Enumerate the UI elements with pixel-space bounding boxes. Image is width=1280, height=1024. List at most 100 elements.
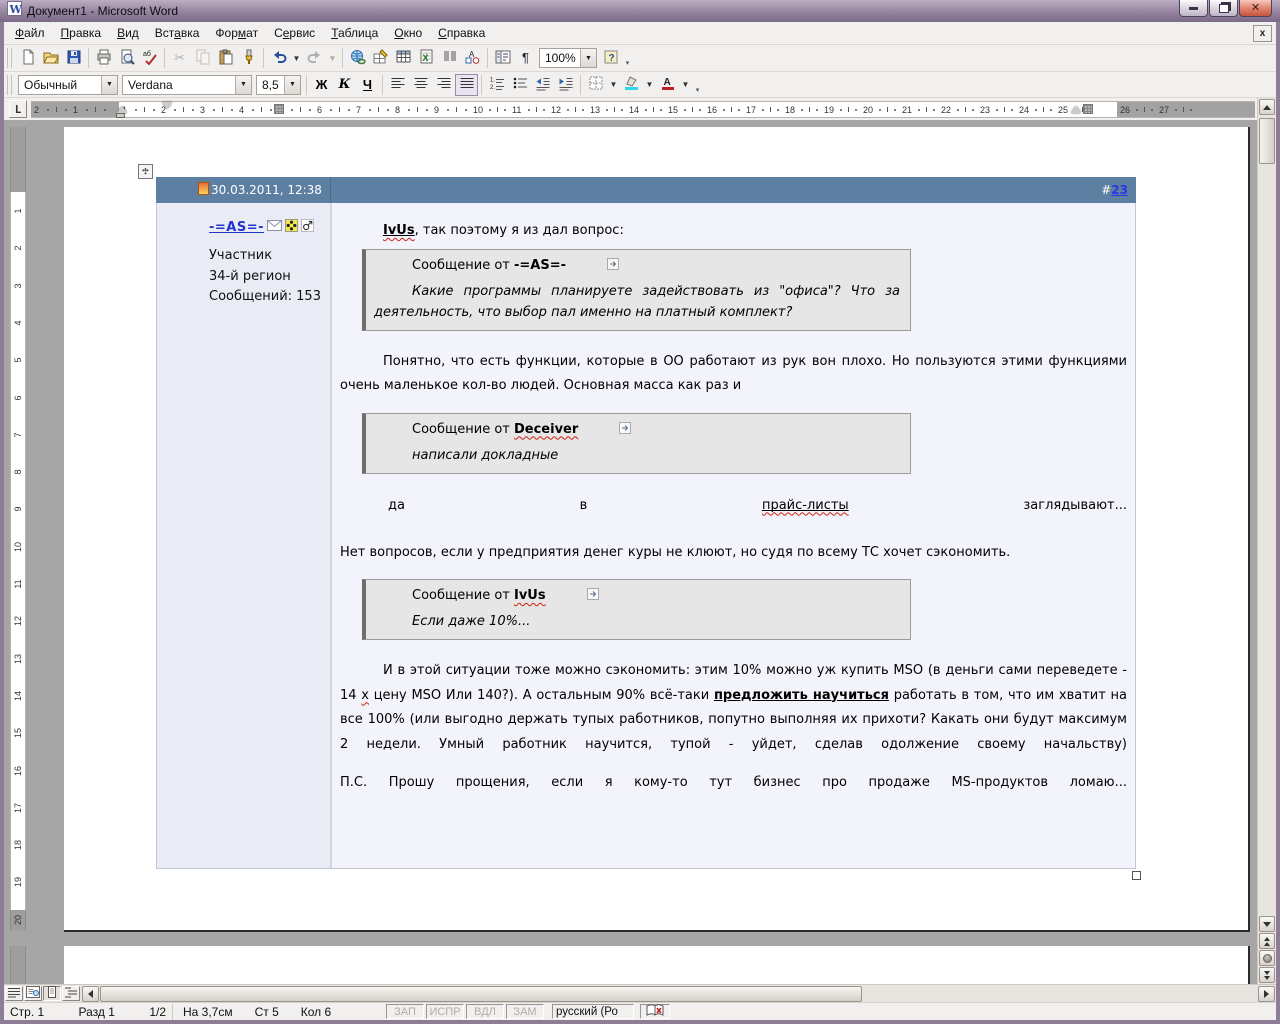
close-button[interactable]: ✕ xyxy=(1239,0,1272,17)
menu-item-insert[interactable]: Вставка xyxy=(147,23,208,43)
outline-view-button[interactable] xyxy=(62,986,80,1001)
insert-table-button[interactable] xyxy=(392,47,415,69)
first-line-indent-marker[interactable] xyxy=(162,102,172,109)
menu-item-window[interactable]: Окно xyxy=(386,23,430,43)
numbered-list-button[interactable]: 1.2. xyxy=(485,74,508,96)
print-button[interactable] xyxy=(92,47,115,69)
bold-button[interactable]: Ж xyxy=(310,74,333,96)
menu-item-view[interactable]: Вид xyxy=(109,23,147,43)
zoom-combobox[interactable]: 100%▼ xyxy=(539,48,597,68)
status-language[interactable]: русский (Ро xyxy=(552,1004,634,1019)
horizontal-scrollbar-thumb[interactable] xyxy=(100,986,862,1002)
insert-excel-table-button[interactable]: X xyxy=(415,47,438,69)
align-justify-button[interactable] xyxy=(455,74,478,96)
toolbar-options-button[interactable]: ▾ xyxy=(622,47,633,69)
open-button[interactable] xyxy=(39,47,62,69)
style-combobox[interactable]: Обычный▼ xyxy=(18,75,118,95)
borders-dropdown-button[interactable]: ▼ xyxy=(607,74,620,96)
web-layout-view-button[interactable] xyxy=(24,986,42,1001)
font-color-dropdown-button[interactable]: ▼ xyxy=(679,74,692,96)
scroll-right-button[interactable] xyxy=(1258,986,1275,1002)
document-page-2[interactable] xyxy=(64,946,1250,984)
hanging-indent-marker[interactable] xyxy=(117,106,127,113)
print-preview-button[interactable] xyxy=(115,47,138,69)
columns-button[interactable] xyxy=(438,47,461,69)
format-painter-button[interactable] xyxy=(237,47,260,69)
next-page-button[interactable] xyxy=(1259,967,1275,983)
tables-and-borders-button[interactable] xyxy=(369,47,392,69)
table-right-marker[interactable] xyxy=(1083,104,1093,114)
spelling-status-button[interactable] xyxy=(640,1004,670,1019)
undo-button[interactable] xyxy=(267,47,290,69)
spelling-button[interactable]: аб xyxy=(138,47,161,69)
bulleted-list-button[interactable] xyxy=(508,74,531,96)
toolbar-drag-handle[interactable] xyxy=(7,48,12,68)
horizontal-scrollbar[interactable] xyxy=(4,984,1276,1002)
undo-dropdown-button[interactable]: ▼ xyxy=(290,47,303,69)
highlight-button[interactable] xyxy=(620,74,643,96)
scroll-down-button[interactable] xyxy=(1259,916,1275,932)
view-post-icon[interactable] xyxy=(569,258,619,274)
view-post-icon[interactable] xyxy=(549,588,599,604)
chevron-down-icon[interactable]: ▼ xyxy=(284,76,300,94)
tab-selector[interactable]: L xyxy=(9,100,27,118)
document-map-button[interactable] xyxy=(491,47,514,69)
status-toggle-вдл[interactable]: ВДЛ xyxy=(466,1004,504,1019)
close-document-button[interactable]: x xyxy=(1253,25,1272,42)
toolbar-drag-handle[interactable] xyxy=(7,75,12,95)
highlight-dropdown-button[interactable]: ▼ xyxy=(643,74,656,96)
restore-button[interactable] xyxy=(1209,0,1238,17)
menu-item-edit[interactable]: Правка xyxy=(53,23,110,43)
italic-button[interactable]: К xyxy=(333,74,356,96)
minimize-button[interactable] xyxy=(1179,0,1208,17)
scroll-up-button[interactable] xyxy=(1259,99,1275,115)
chevron-down-icon[interactable]: ▼ xyxy=(580,49,596,67)
status-toggle-зам[interactable]: ЗАМ xyxy=(506,1004,544,1019)
table-move-handle-icon[interactable]: ↔↕ xyxy=(138,164,153,179)
left-indent-marker[interactable] xyxy=(116,113,125,118)
menu-item-format[interactable]: Формат xyxy=(207,23,266,43)
increase-indent-button[interactable] xyxy=(554,74,577,96)
horizontal-scroll-track[interactable] xyxy=(100,986,1256,1002)
right-indent-marker[interactable] xyxy=(1071,106,1081,113)
message-icon[interactable] xyxy=(267,220,282,235)
drawing-button[interactable]: A xyxy=(461,47,484,69)
document-page-1[interactable]: ↔↕ 30.03.2011, 12:38 #23 -=AS=- xyxy=(64,127,1250,932)
status-toggle-испр[interactable]: ИСПР xyxy=(426,1004,464,1019)
icq-status-icon[interactable] xyxy=(285,219,298,236)
help-button[interactable]: ? xyxy=(599,47,622,69)
font-color-button[interactable]: А xyxy=(656,74,679,96)
chevron-down-icon[interactable]: ▼ xyxy=(235,76,251,94)
menu-item-file[interactable]: Файл xyxy=(7,23,53,43)
scroll-left-button[interactable] xyxy=(82,986,99,1002)
menu-item-tools[interactable]: Сервис xyxy=(266,23,323,43)
toolbar-options-button[interactable]: ▾ xyxy=(692,74,703,96)
normal-view-button[interactable] xyxy=(5,986,23,1001)
print-layout-view-button[interactable] xyxy=(43,986,61,1001)
paste-button[interactable] xyxy=(214,47,237,69)
align-center-button[interactable] xyxy=(409,74,432,96)
insert-hyperlink-button[interactable] xyxy=(346,47,369,69)
new-document-button[interactable] xyxy=(16,47,39,69)
vertical-scrollbar[interactable] xyxy=(1257,98,1276,984)
chevron-down-icon[interactable]: ▼ xyxy=(101,76,117,94)
post-number-link[interactable]: 23 xyxy=(1111,183,1128,197)
view-post-icon[interactable] xyxy=(581,422,631,438)
align-right-button[interactable] xyxy=(432,74,455,96)
status-toggle-зап[interactable]: ЗАП xyxy=(386,1004,424,1019)
underline-button[interactable]: Ч xyxy=(356,74,379,96)
table-column-marker[interactable] xyxy=(274,104,284,114)
borders-button[interactable] xyxy=(584,74,607,96)
username-link[interactable]: -=AS=- xyxy=(209,220,264,235)
decrease-indent-button[interactable] xyxy=(531,74,554,96)
show-formatting-marks-button[interactable]: ¶ xyxy=(514,47,537,69)
menu-item-table[interactable]: Таблица xyxy=(323,23,386,43)
previous-page-button[interactable] xyxy=(1259,933,1275,949)
font-combobox[interactable]: Verdana▼ xyxy=(122,75,252,95)
select-browse-object-button[interactable] xyxy=(1259,950,1275,966)
save-button[interactable] xyxy=(62,47,85,69)
table-resize-handle[interactable] xyxy=(1132,871,1141,880)
align-left-button[interactable] xyxy=(386,74,409,96)
menu-item-help[interactable]: Справка xyxy=(430,23,493,43)
vertical-scrollbar-thumb[interactable] xyxy=(1259,118,1275,164)
